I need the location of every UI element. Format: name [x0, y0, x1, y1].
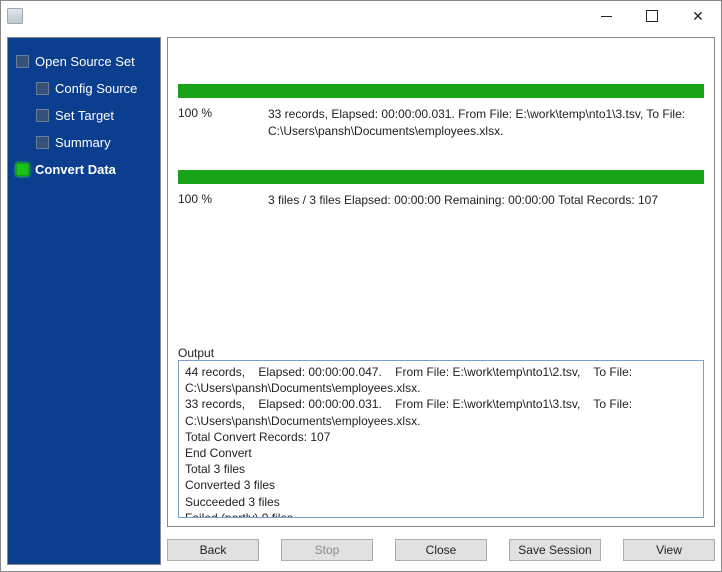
step-box-icon: [16, 163, 29, 176]
file-progress-percent: 100 %: [178, 106, 268, 140]
stop-button[interactable]: Stop: [281, 539, 373, 561]
close-window-button[interactable]: ✕: [675, 1, 721, 31]
minimize-button[interactable]: [583, 1, 629, 31]
sidebar-item-label: Summary: [55, 135, 111, 150]
file-progress-bar: [178, 84, 704, 98]
step-box-icon: [36, 109, 49, 122]
step-box-icon: [16, 55, 29, 68]
sidebar-item-config-source[interactable]: Config Source: [14, 75, 154, 102]
sidebar-item-label: Set Target: [55, 108, 114, 123]
close-button[interactable]: Close: [395, 539, 487, 561]
step-box-icon: [36, 136, 49, 149]
output-label: Output: [178, 320, 704, 360]
total-progress-percent: 100 %: [178, 192, 268, 209]
file-progress-block: 100 % 33 records, Elapsed: 00:00:00.031.…: [178, 84, 704, 140]
button-row: Back Stop Close Save Session View: [167, 527, 715, 565]
main-panel: 100 % 33 records, Elapsed: 00:00:00.031.…: [167, 37, 715, 565]
output-textarea[interactable]: 44 records, Elapsed: 00:00:00.047. From …: [178, 360, 704, 518]
output-text: 44 records, Elapsed: 00:00:00.047. From …: [185, 365, 635, 518]
total-progress-details: 3 files / 3 files Elapsed: 00:00:00 Rema…: [268, 192, 704, 209]
total-progress-block: 100 % 3 files / 3 files Elapsed: 00:00:0…: [178, 170, 704, 209]
view-button[interactable]: View: [623, 539, 715, 561]
window-buttons: ✕: [583, 1, 721, 31]
save-session-button[interactable]: Save Session: [509, 539, 601, 561]
content-area: 100 % 33 records, Elapsed: 00:00:00.031.…: [167, 37, 715, 527]
maximize-button[interactable]: [629, 1, 675, 31]
sidebar-item-convert-data[interactable]: Convert Data: [14, 156, 154, 183]
sidebar-item-summary[interactable]: Summary: [14, 129, 154, 156]
sidebar-item-label: Open Source Set: [35, 54, 135, 69]
sidebar-item-open-source-set[interactable]: Open Source Set: [14, 48, 154, 75]
sidebar-item-label: Config Source: [55, 81, 137, 96]
sidebar: Open Source Set Config Source Set Target…: [7, 37, 161, 565]
step-box-icon: [36, 82, 49, 95]
sidebar-item-set-target[interactable]: Set Target: [14, 102, 154, 129]
app-icon: [7, 8, 23, 24]
titlebar: ✕: [1, 1, 721, 31]
sidebar-item-label: Convert Data: [35, 162, 116, 177]
file-progress-details: 33 records, Elapsed: 00:00:00.031. From …: [268, 106, 704, 140]
total-progress-bar: [178, 170, 704, 184]
back-button[interactable]: Back: [167, 539, 259, 561]
